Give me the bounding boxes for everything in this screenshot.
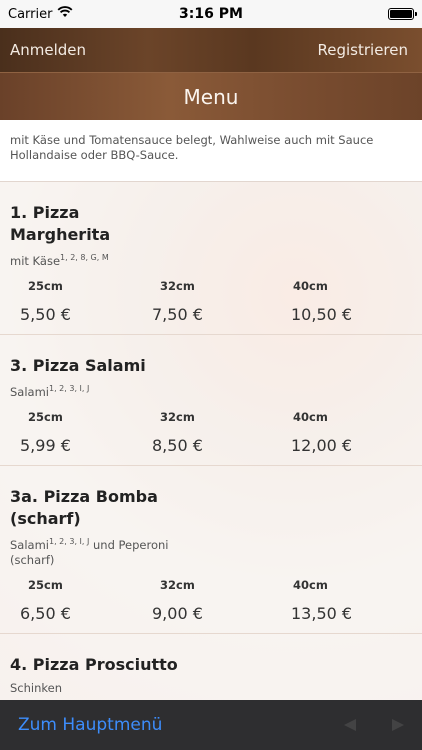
menu-item[interactable]: 3a. Pizza Bomba (scharf) Salami1, 2, 3, … (0, 465, 422, 635)
allergen-codes: 1, 2, 8, G, M (60, 253, 109, 262)
item-name: 3. Pizza Salami (10, 355, 146, 375)
login-button[interactable]: Anmelden (10, 41, 86, 59)
intro-text: mit Käse und Tomatensauce belegt, Wahlwe… (0, 120, 422, 182)
menu-item[interactable]: 3. Pizza Salami Salami1, 2, 3, I, J 25cm… (0, 334, 422, 466)
wifi-icon (57, 6, 73, 22)
item-description: Salami1, 2, 3, I, J (10, 383, 90, 399)
page-title: Menu (183, 84, 239, 109)
price-medium[interactable]: 7,50 € (140, 305, 275, 324)
allergen-codes: 1, 2, 3, I, J (49, 536, 90, 546)
register-button[interactable]: Registrieren (318, 41, 409, 59)
item-name: 3a. Pizza Bomba (scharf) (10, 486, 158, 528)
price-small[interactable]: 5,50 € (10, 305, 140, 324)
size-small: 25cm (28, 278, 63, 293)
price-medium[interactable]: 9,00 € (140, 604, 275, 623)
price-small[interactable]: 6,50 € (10, 604, 140, 623)
main-menu-link[interactable]: Zum Hauptmenü (18, 715, 162, 735)
size-large: 40cm (293, 578, 328, 593)
forward-arrow-icon[interactable] (392, 719, 404, 731)
size-row: 25cm 32cm 40cm (10, 410, 412, 424)
size-large: 40cm (293, 409, 328, 424)
size-small: 25cm (28, 578, 63, 593)
price-medium[interactable]: 8,50 € (140, 436, 275, 455)
size-medium: 32cm (160, 578, 195, 593)
status-left: Carrier (8, 6, 73, 22)
status-bar: Carrier 3:16 PM (0, 0, 422, 28)
item-name: 1. Pizza Margherita (10, 203, 111, 244)
price-large[interactable]: 13,50 € (275, 604, 405, 623)
size-small: 25cm (28, 409, 63, 424)
allergen-codes: 1, 2, 3, I, J (49, 383, 90, 393)
price-row: 5,99 € 8,50 € 12,00 € (10, 436, 412, 455)
price-large[interactable]: 12,00 € (275, 436, 405, 455)
size-row: 25cm 32cm 40cm (10, 279, 412, 293)
carrier-label: Carrier (8, 6, 53, 22)
price-small[interactable]: 5,99 € (10, 436, 140, 455)
title-bar: Menu (0, 72, 422, 120)
size-medium: 32cm (160, 409, 195, 424)
item-name: 4. Pizza Prosciutto (10, 655, 178, 675)
nav-arrows (344, 719, 404, 731)
item-description: Salami1, 2, 3, I, J und Peperoni (scharf… (10, 536, 169, 568)
item-description: mit Käse1, 2, 8, G, M (10, 253, 109, 268)
menu-item[interactable]: 1. Pizza Margherita mit Käse1, 2, 8, G, … (0, 182, 422, 335)
item-description: Schinken (10, 681, 63, 696)
menu-item[interactable]: 4. Pizza Prosciutto Schinken 25cm 32cm 4… (0, 634, 422, 700)
size-row: 25cm 32cm 40cm (10, 578, 412, 592)
battery-icon (388, 8, 417, 20)
price-large[interactable]: 10,50 € (275, 305, 405, 324)
menu-content[interactable]: mit Käse und Tomatensauce belegt, Wahlwe… (0, 120, 422, 700)
nav-bar: Anmelden Registrieren (0, 28, 422, 72)
size-large: 40cm (293, 278, 328, 293)
price-row: 6,50 € 9,00 € 13,50 € (10, 604, 412, 623)
price-row: 5,50 € 7,50 € 10,50 € (10, 305, 412, 324)
back-arrow-icon[interactable] (344, 719, 356, 731)
size-medium: 32cm (160, 278, 195, 293)
bottom-toolbar: Zum Hauptmenü (0, 700, 422, 750)
